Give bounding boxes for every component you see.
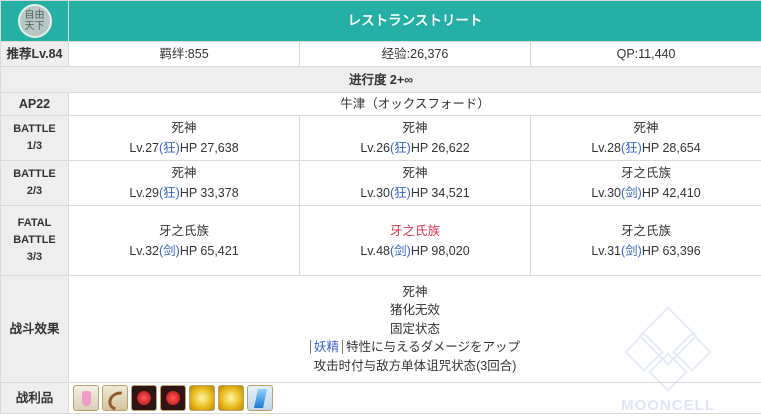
enemy-class: (狂) (389, 141, 411, 155)
exp-value: 经验:26,376 (299, 41, 531, 67)
progress-label: 进行度 2+∞ (0, 66, 761, 93)
seal-icon: 自由 天下 (17, 4, 52, 38)
effect-line: 死神 (402, 284, 428, 299)
enemy-cell: 牙之氏族 Lv.30(剑)HP 42,410 (529, 160, 761, 206)
spoils-items (67, 382, 761, 414)
bond-value: 羁绊:855 (68, 41, 300, 67)
effect-line: 攻击时付与敌方单体诅咒状态(3回合) (313, 358, 517, 373)
enemy-cell: 牙之氏族 Lv.32(剑)HP 65,421 (68, 205, 300, 276)
quest-title: レストランストリート (67, 0, 761, 42)
enemy-class: (剑) (621, 243, 642, 258)
battle-row-1: BATTLE 1/3 死神 Lv.27(狂)HP 27,638 死神 Lv.26(狂)… (0, 115, 761, 161)
enemy-name: 死神 (402, 121, 428, 135)
enemy-cell: 死神 Lv.27(狂)HP 27,638 (68, 115, 300, 161)
enemy-class: (狂) (158, 186, 180, 200)
ap-row: AP22 牛津（オックスフォード） (0, 92, 761, 116)
red-gem-icon[interactable] (131, 385, 157, 411)
enemy-cell: 死神 Lv.30(狂)HP 34,521 (299, 160, 531, 206)
effect-line: 妖精 特性に与えるダメージをアップ (69, 338, 761, 357)
effect-line: 猪化无效 (390, 303, 441, 318)
progress-row: 进行度 2+∞ (0, 66, 761, 93)
effects-label: 战斗效果 (0, 275, 69, 383)
logo-cell: 自由 天下 (0, 0, 69, 42)
spoils-row: 战利品 (0, 382, 761, 414)
enemy-name: 死神 (633, 121, 659, 135)
battle-label: BATTLE 1/3 (0, 115, 69, 161)
red-gem-icon[interactable] (160, 385, 186, 411)
enemy-class: (剑) (621, 186, 642, 200)
enemy-class: (剑) (158, 243, 180, 258)
enemy-name: 牙之氏族 (158, 223, 209, 238)
rewards-row: 推荐Lv.84 羁绊:855 经验:26,376 QP:11,440 (0, 41, 761, 67)
enemy-class: (狂) (621, 141, 642, 155)
recommended-level: 推荐Lv.84 (0, 41, 69, 67)
battle-label: FATAL BATTLE 3/3 (0, 205, 69, 276)
enemy-name: 死神 (171, 121, 197, 135)
ap-cost: AP22 (0, 92, 69, 116)
battle-row-2: BATTLE 2/3 死神 Lv.29(狂)HP 33,378 死神 Lv.30(狂)… (0, 160, 761, 206)
effects-list: 死神 猪化无效 固定状态 妖精 特性に与えるダメージをアップ 攻击时付与敌方单体诅… (67, 275, 761, 383)
enemy-name: 牙之氏族 (621, 166, 672, 180)
horn-icon[interactable] (102, 385, 128, 411)
vial-icon[interactable] (73, 385, 99, 411)
trait-tag-link[interactable]: 妖精 (310, 340, 344, 355)
enemy-cell: 牙之氏族 Lv.48(剑)HP 98,020 (299, 205, 531, 276)
enemy-name: 死神 (402, 166, 428, 180)
quest-header: 自由 天下 レストランストリート (0, 0, 761, 42)
enemy-cell: 死神 Lv.26(狂)HP 26,622 (299, 115, 531, 161)
effect-line: 固定状态 (390, 321, 441, 336)
battle-row-3: FATAL BATTLE 3/3 牙之氏族 Lv.32(剑)HP 65,421 牙之氏… (0, 205, 761, 276)
crystal-icon[interactable] (247, 385, 273, 411)
gold-icon[interactable] (218, 385, 244, 411)
quest-table: 自由 天下 レストランストリート 推荐Lv.84 羁绊:855 经验:26,376… (0, 0, 761, 414)
enemy-name-highlighted: 牙之氏族 (389, 223, 440, 238)
enemy-cell: 死神 Lv.28(狂)HP 28,654 (529, 115, 761, 161)
effects-row: 战斗效果 死神 猪化无效 固定状态 妖精 特性に与えるダメージをアップ 攻击时付与… (0, 275, 761, 383)
enemy-cell: 死神 Lv.29(狂)HP 33,378 (68, 160, 300, 206)
enemy-name: 死神 (171, 166, 197, 180)
enemy-class: (狂) (158, 141, 180, 155)
gold-icon[interactable] (189, 385, 215, 411)
spoils-label: 战利品 (0, 382, 69, 414)
qp-value: QP:11,440 (529, 41, 761, 67)
enemy-cell: 牙之氏族 Lv.31(剑)HP 63,396 (529, 205, 761, 276)
battle-label: BATTLE 2/3 (0, 160, 69, 206)
enemy-class: (剑) (389, 243, 411, 258)
enemy-class: (狂) (389, 186, 411, 200)
enemy-name: 牙之氏族 (621, 223, 672, 238)
location-name: 牛津（オックスフォード） (67, 92, 761, 116)
